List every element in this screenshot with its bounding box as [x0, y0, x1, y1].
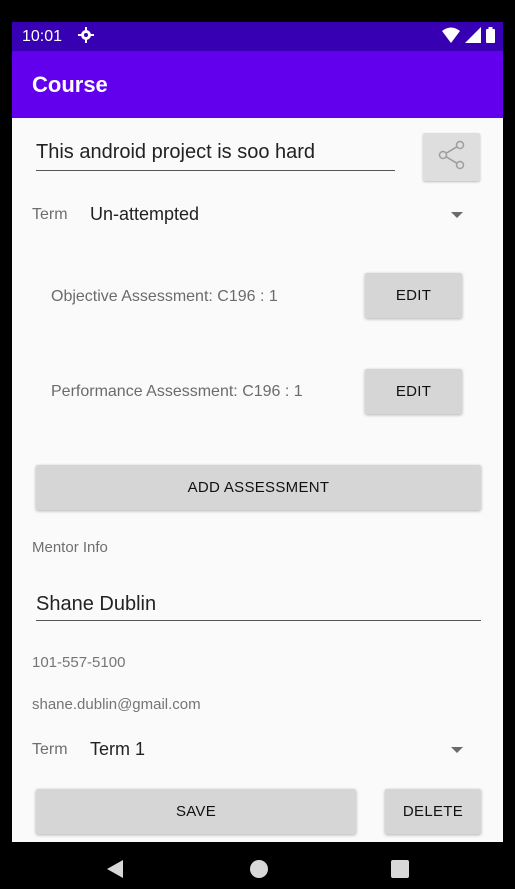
back-icon[interactable]: [107, 860, 123, 878]
assessment-name: Objective Assessment: C196 : 1: [51, 288, 278, 305]
edit-assessment-button[interactable]: EDIT: [365, 273, 462, 318]
home-icon[interactable]: [250, 860, 268, 878]
status-term-label: Term: [32, 206, 68, 223]
mentor-phone: 101-557-5100: [32, 654, 126, 671]
recents-icon[interactable]: [391, 860, 409, 878]
status-spinner-value[interactable]: Un-attempted: [90, 204, 199, 225]
device-frame: 10:01 Course This android project is soo…: [0, 0, 515, 889]
signal-icon: [465, 27, 481, 43]
status-time: 10:01: [22, 28, 63, 45]
app-screen: 10:01 Course This android project is soo…: [12, 22, 503, 842]
status-icons: [442, 27, 495, 43]
delete-button[interactable]: DELETE: [385, 789, 481, 834]
gear-icon: [78, 27, 94, 48]
share-button[interactable]: [423, 133, 480, 181]
assessment-name: Performance Assessment: C196 : 1: [51, 383, 303, 400]
term-label: Term: [32, 741, 68, 758]
course-title-underline: [36, 170, 395, 171]
term-spinner-value[interactable]: Term 1: [90, 739, 145, 760]
app-bar-title: Course: [32, 72, 108, 97]
course-title-input[interactable]: This android project is soo hard: [36, 141, 391, 164]
chevron-down-icon[interactable]: [451, 747, 463, 753]
status-bar: 10:01: [12, 22, 503, 51]
mentor-email: shane.dublin@gmail.com: [32, 696, 201, 713]
mentor-name-input[interactable]: Shane Dublin: [36, 593, 156, 616]
share-icon: [437, 140, 467, 175]
mentor-info-label: Mentor Info: [32, 539, 108, 556]
battery-icon: [486, 27, 495, 43]
edit-assessment-button[interactable]: EDIT: [365, 369, 462, 414]
save-button[interactable]: SAVE: [36, 789, 356, 834]
add-assessment-button[interactable]: ADD ASSESSMENT: [36, 465, 481, 510]
mentor-name-underline: [36, 620, 481, 621]
chevron-down-icon[interactable]: [451, 212, 463, 218]
app-bar: Course: [12, 51, 503, 118]
wifi-icon: [442, 27, 460, 43]
